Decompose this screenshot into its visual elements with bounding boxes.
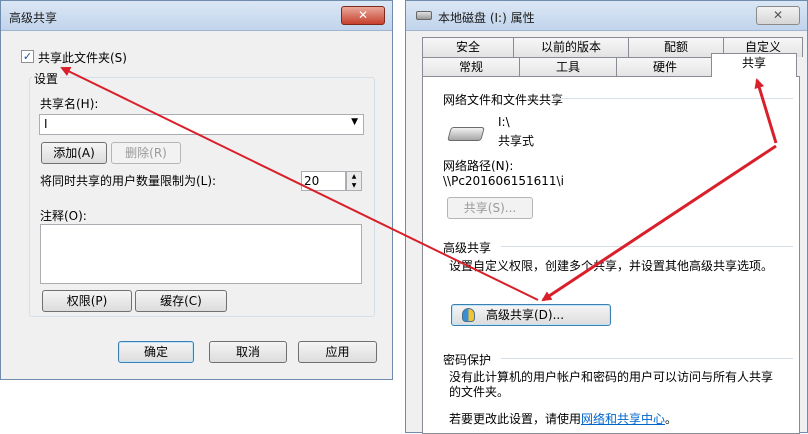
drive-properties-window: 本地磁盘 (I:) 属性 ✕ 安全 以前的版本 配额 自定义 常规 工具 硬件 … — [405, 0, 808, 434]
share-name-label: 共享名(H): — [40, 97, 99, 111]
chevron-down-icon: ▼ — [351, 117, 358, 127]
tab-quota[interactable]: 配额 — [628, 37, 724, 57]
advanced-sharing-dialog: 高级共享 ✕ ✓ 共享此文件夹(S) 设置 共享名(H): I ▼ 添加(A) … — [0, 0, 393, 380]
user-limit-value: 20 — [304, 174, 320, 188]
divider — [553, 98, 793, 99]
comment-label: 注释(O): — [40, 209, 87, 223]
password-protection-heading: 密码保护 — [443, 353, 492, 367]
spin-buttons[interactable]: ▲ ▼ — [346, 171, 362, 191]
password-change-text: 若要更改此设置，请使用网络和共享中心。 — [449, 410, 677, 427]
share-name-value: I — [44, 117, 48, 131]
comment-textarea[interactable] — [40, 224, 362, 284]
caching-button[interactable]: 缓存(C) — [135, 290, 227, 312]
add-button[interactable]: 添加(A) — [41, 142, 107, 164]
apply-button[interactable]: 应用 — [298, 341, 377, 363]
drive-share-status: 共享式 — [498, 134, 535, 148]
tab-hardware[interactable]: 硬件 — [616, 57, 714, 77]
shield-icon — [462, 308, 475, 322]
user-limit-label: 将同时共享的用户数量限制为(L): — [40, 174, 217, 188]
divider — [501, 358, 793, 359]
drive-icon — [416, 11, 432, 20]
settings-label: 设置 — [32, 70, 61, 87]
share-name-select[interactable]: I ▼ — [39, 114, 364, 135]
network-path-value: \\Pc201606151611\i — [443, 174, 564, 188]
advanced-sharing-button[interactable]: 高级共享(D)... — [451, 304, 611, 326]
permissions-button[interactable]: 权限(P) — [42, 290, 132, 312]
dialog-title: 高级共享 — [9, 11, 58, 25]
divider — [501, 246, 793, 247]
advanced-sharing-label: 高级共享(D)... — [486, 308, 565, 322]
share-folder-checkbox[interactable]: ✓ — [21, 50, 34, 63]
tab-security[interactable]: 安全 — [422, 37, 514, 57]
title-bar: 本地磁盘 (I:) 属性 ✕ — [406, 1, 807, 31]
network-sharing-center-link[interactable]: 网络和共享中心 — [581, 412, 665, 426]
ok-button[interactable]: 确定 — [118, 341, 194, 363]
remove-button[interactable]: 删除(R) — [111, 142, 181, 164]
network-sharing-heading: 网络文件和文件夹共享 — [443, 93, 564, 107]
sharing-panel: 网络文件和文件夹共享 I:\ 共享式 网络路径(N): \\Pc20160615… — [422, 76, 800, 434]
advanced-sharing-heading: 高级共享 — [443, 241, 492, 255]
advanced-sharing-description: 设置自定义权限，创建多个共享，并设置其他高级共享选项。 — [449, 259, 774, 273]
change-setting-prefix: 若要更改此设置，请使用 — [449, 412, 582, 426]
password-protection-description: 没有此计算机的用户帐户和密码的用户可以访问与所有人共享的文件夹。 — [449, 370, 774, 399]
tab-general[interactable]: 常规 — [422, 57, 520, 77]
change-setting-suffix: 。 — [665, 412, 678, 426]
network-path-label: 网络路径(N): — [443, 159, 514, 173]
close-button[interactable]: ✕ — [756, 6, 800, 25]
drive-name: I:\ — [498, 115, 510, 129]
close-button[interactable]: ✕ — [341, 6, 385, 25]
share-folder-label: 共享此文件夹(S) — [38, 51, 127, 65]
title-bar: 高级共享 ✕ — [1, 1, 392, 31]
cancel-button[interactable]: 取消 — [209, 341, 287, 363]
hard-drive-icon — [447, 127, 485, 141]
window-title: 本地磁盘 (I:) 属性 — [438, 11, 535, 25]
tab-previous-versions[interactable]: 以前的版本 — [513, 37, 629, 57]
user-limit-stepper[interactable]: 20 — [301, 171, 346, 191]
tab-sharing[interactable]: 共享 — [711, 53, 797, 77]
share-button[interactable]: 共享(S)... — [447, 197, 533, 219]
tab-tools[interactable]: 工具 — [519, 57, 617, 77]
